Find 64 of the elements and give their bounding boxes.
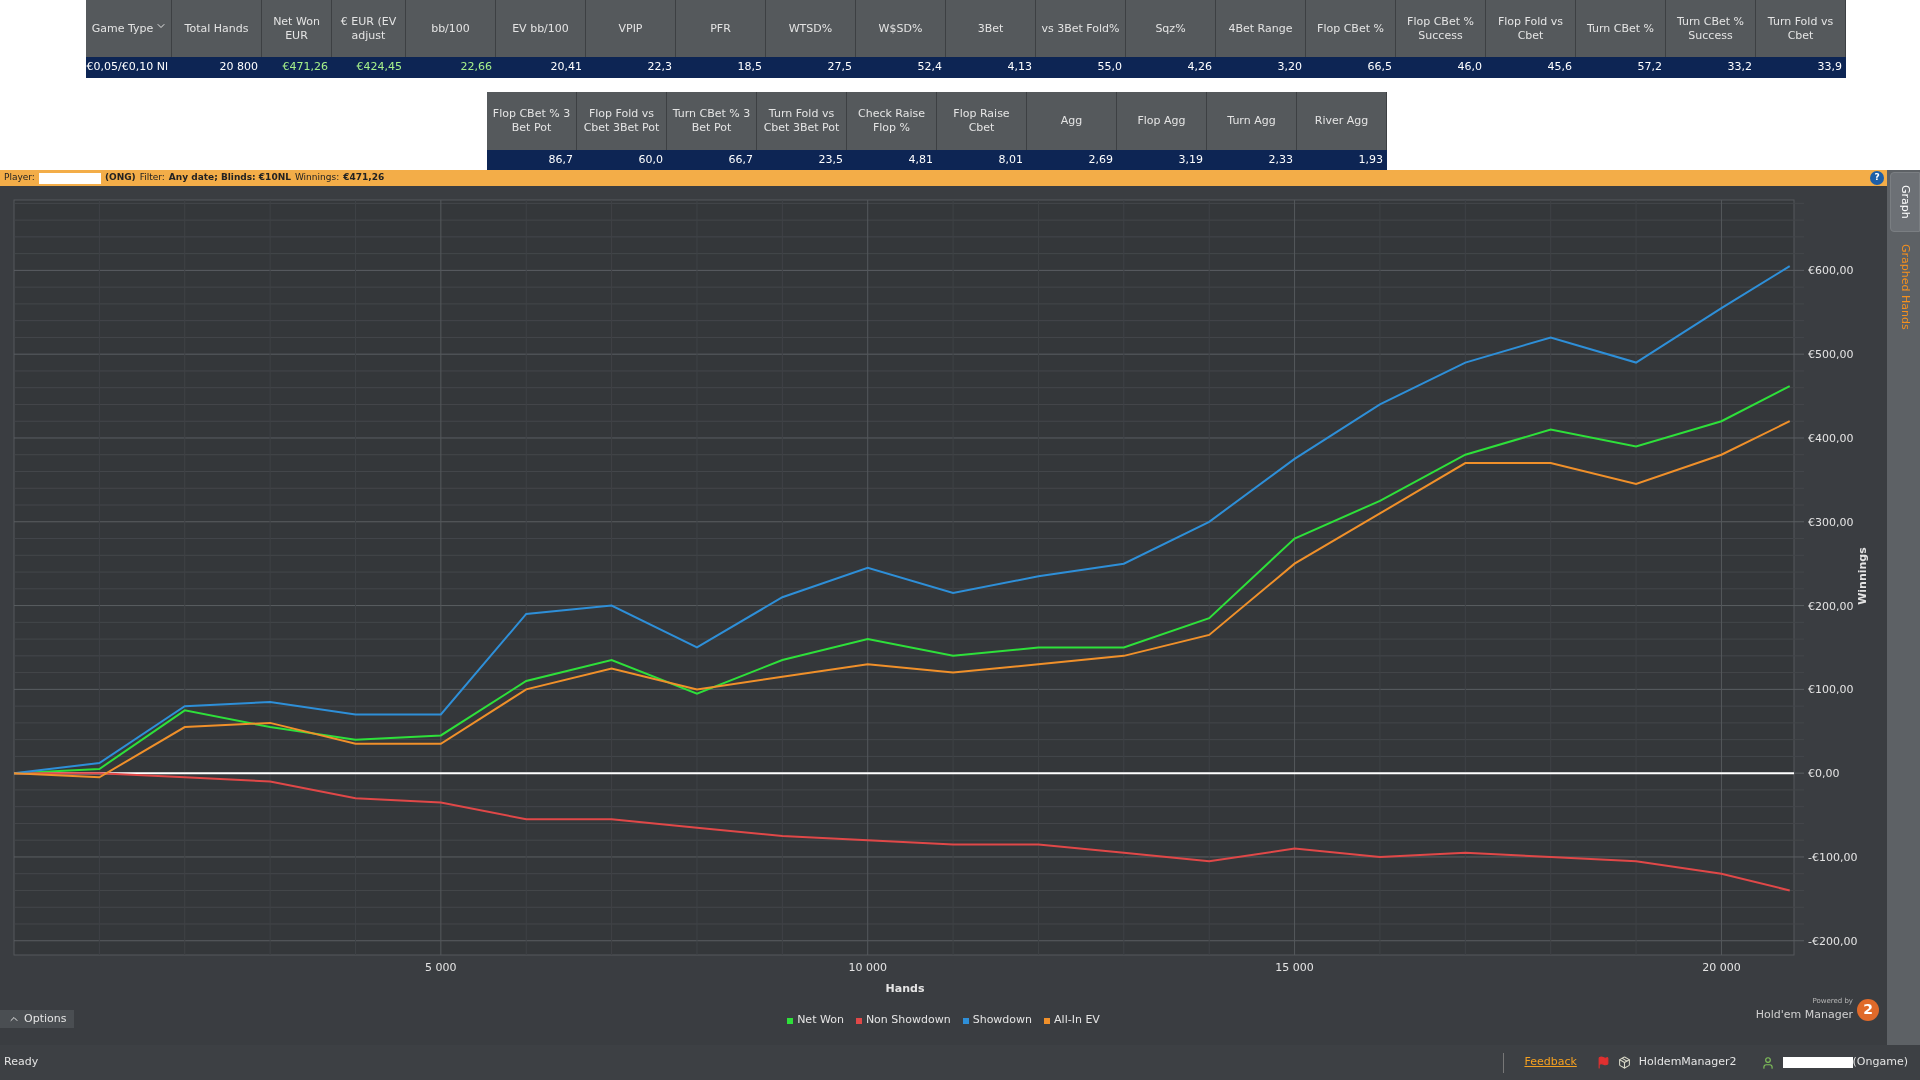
table-cell-text: 2,33 xyxy=(1267,151,1294,168)
site-label: (ONG) xyxy=(104,171,136,185)
table-cell-text: 60,0 xyxy=(637,151,664,168)
axis-tick-label: €300,00 xyxy=(1808,515,1854,529)
axis-tick-label: -€200,00 xyxy=(1808,934,1858,948)
side-tab[interactable]: Graph xyxy=(1890,172,1920,232)
table-cell-text: 1,93 xyxy=(1357,151,1384,168)
axis-tick-label: 5 000 xyxy=(425,961,457,974)
axis-tick-label: €600,00 xyxy=(1808,264,1854,278)
winnings-label: Winnings: xyxy=(294,171,340,185)
axis-tick-label: 10 000 xyxy=(848,961,887,974)
table-cell-text: 86,7 xyxy=(547,151,574,168)
help-button[interactable]: ? xyxy=(1870,171,1884,185)
table-cell-text: 22,3 xyxy=(646,59,673,76)
axis-title: Hands xyxy=(885,982,925,995)
table-cell-text: 45,6 xyxy=(1546,59,1573,76)
legend-label: Showdown xyxy=(972,1012,1033,1029)
logo-badge: 2 xyxy=(1857,998,1879,1021)
table-cell-text: 3,20 xyxy=(1276,59,1303,76)
axis-tick-label: €0,00 xyxy=(1808,767,1840,781)
table-cell-text: 33,2 xyxy=(1726,59,1753,76)
axis-tick-label: 20 000 xyxy=(1702,961,1741,974)
axis-tick-label: €200,00 xyxy=(1808,599,1854,613)
table-cell-text: 18,5 xyxy=(736,59,763,76)
winnings-value: €471,26 xyxy=(343,171,385,185)
table-cell-text: 33,9 xyxy=(1816,59,1843,76)
table-cell-text: €0,05/€0,10 Nl xyxy=(86,59,169,76)
axis-tick-label: €100,00 xyxy=(1808,683,1854,697)
axis-tick-label: 15 000 xyxy=(1275,961,1314,974)
axis-tick-label: -€100,00 xyxy=(1808,850,1858,864)
table-cell-text: 57,2 xyxy=(1636,59,1663,76)
table-cell-text: 66,5 xyxy=(1366,59,1393,76)
table-cell-text: 27,5 xyxy=(826,59,853,76)
table-cell-text: 55,0 xyxy=(1096,59,1123,76)
legend-label: Non Showdown xyxy=(865,1012,951,1029)
options-button[interactable]: Options xyxy=(0,1010,75,1028)
table-cell-text: 2,69 xyxy=(1087,151,1114,168)
table-cell-text: €424,45 xyxy=(355,59,403,76)
table-cell-text: 3,19 xyxy=(1177,151,1204,168)
table-cell-text: 23,5 xyxy=(817,151,844,168)
table-cell-text: €471,26 xyxy=(281,59,329,76)
axis-tick-label: €500,00 xyxy=(1808,348,1854,362)
table-cell-text: 4,13 xyxy=(1006,59,1033,76)
table-cell-text: 66,7 xyxy=(727,151,754,168)
network-label: (Ongame) xyxy=(1852,1054,1908,1071)
axis-tick-label: €400,00 xyxy=(1808,432,1854,445)
logo-text: Hold'em Manager xyxy=(1755,1006,1853,1023)
table-cell-text: 8,01 xyxy=(997,151,1024,168)
table-cell-text: 52,4 xyxy=(916,59,943,76)
table-cell-text: 22,66 xyxy=(459,59,493,76)
app-name: HoldemManager2 xyxy=(1638,1054,1737,1071)
legend-label: Net Won xyxy=(797,1012,844,1029)
table-cell-text: 20 800 xyxy=(218,59,259,76)
filter-label: Filter: xyxy=(139,171,165,185)
feedback-link[interactable]: Feedback xyxy=(1524,1054,1577,1071)
axis-title: Winnings xyxy=(1856,547,1869,605)
table-cell-text: 20,41 xyxy=(549,59,583,76)
table-cell-text: 4,81 xyxy=(907,151,934,168)
status-text: Ready xyxy=(4,1054,39,1071)
filter-value: Any date; Blinds: €10NL xyxy=(168,171,291,185)
player-label: Player: xyxy=(4,171,35,185)
legend-label: All-In EV xyxy=(1054,1012,1100,1029)
table-cell-text: 46,0 xyxy=(1456,59,1483,76)
table-cell-text: 4,26 xyxy=(1186,59,1213,76)
